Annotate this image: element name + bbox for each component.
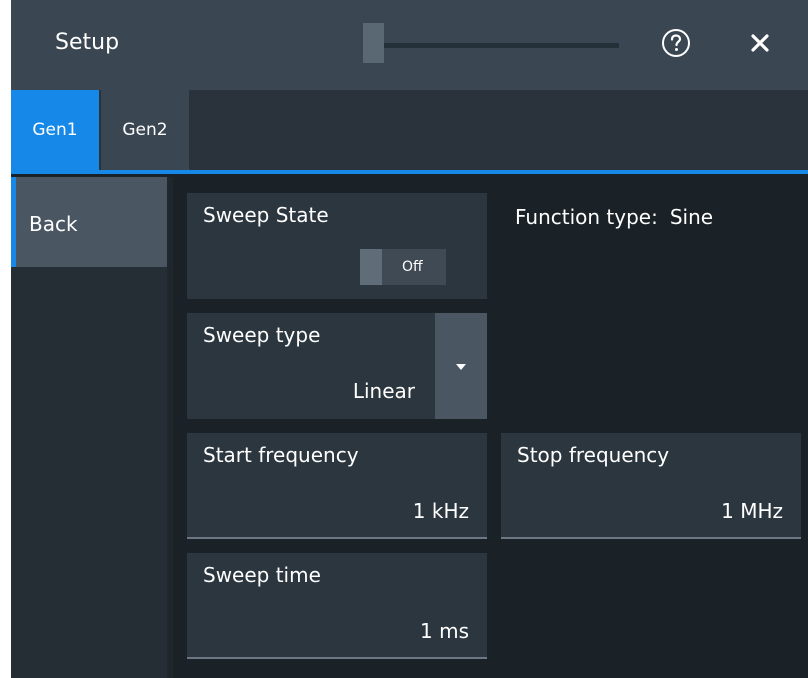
function-type-readout: Function type: Sine bbox=[515, 205, 713, 229]
stop-frequency-label: Stop frequency bbox=[517, 443, 670, 467]
field-underline bbox=[187, 657, 487, 659]
start-frequency-label: Start frequency bbox=[203, 443, 359, 467]
dialog-title: Setup bbox=[55, 30, 120, 55]
back-label: Back bbox=[29, 212, 78, 236]
setup-dialog: Setup Gen1 Gen2 Back Sweep State Off Fun… bbox=[11, 0, 808, 678]
sweep-type-select[interactable]: Sweep type Linear bbox=[187, 313, 487, 419]
transparency-slider-handle[interactable] bbox=[363, 23, 384, 63]
toggle-state-text: Off bbox=[402, 259, 423, 275]
field-underline bbox=[501, 537, 801, 539]
back-accent-bar bbox=[11, 177, 16, 267]
help-button[interactable] bbox=[660, 27, 692, 59]
start-frequency-value: 1 kHz bbox=[412, 499, 469, 523]
chevron-down-icon bbox=[456, 364, 466, 370]
transparency-slider-track[interactable] bbox=[363, 43, 619, 48]
sweep-time-field[interactable]: Sweep time 1 ms bbox=[187, 553, 487, 659]
tab-gen1[interactable]: Gen1 bbox=[11, 90, 99, 170]
function-type-label: Function type: bbox=[515, 205, 658, 229]
dialog-header: Setup bbox=[11, 0, 808, 90]
sweep-time-value: 1 ms bbox=[420, 619, 469, 643]
close-button[interactable] bbox=[744, 27, 776, 59]
sweep-state-panel: Sweep State Off bbox=[187, 193, 487, 299]
start-frequency-field[interactable]: Start frequency 1 kHz bbox=[187, 433, 487, 539]
close-icon bbox=[751, 34, 769, 52]
field-underline bbox=[187, 537, 487, 539]
sweep-state-toggle[interactable]: Off bbox=[360, 249, 446, 285]
function-type-value: Sine bbox=[669, 205, 714, 229]
tab-gen2[interactable]: Gen2 bbox=[101, 90, 189, 170]
sweep-type-value: Linear bbox=[352, 379, 415, 403]
back-button[interactable]: Back bbox=[11, 177, 167, 267]
tab-label: Gen1 bbox=[32, 120, 78, 140]
toggle-knob bbox=[360, 249, 382, 285]
sweep-type-label: Sweep type bbox=[203, 323, 321, 347]
tab-underline bbox=[11, 170, 808, 174]
sidebar-divider bbox=[167, 177, 173, 678]
sweep-time-label: Sweep time bbox=[203, 563, 321, 587]
sweep-state-label: Sweep State bbox=[203, 203, 329, 227]
sweep-type-dropdown-button[interactable] bbox=[435, 313, 487, 419]
tab-label: Gen2 bbox=[122, 120, 168, 140]
stop-frequency-value: 1 MHz bbox=[721, 499, 783, 523]
stop-frequency-field[interactable]: Stop frequency 1 MHz bbox=[501, 433, 801, 539]
help-circle-icon bbox=[662, 29, 690, 57]
